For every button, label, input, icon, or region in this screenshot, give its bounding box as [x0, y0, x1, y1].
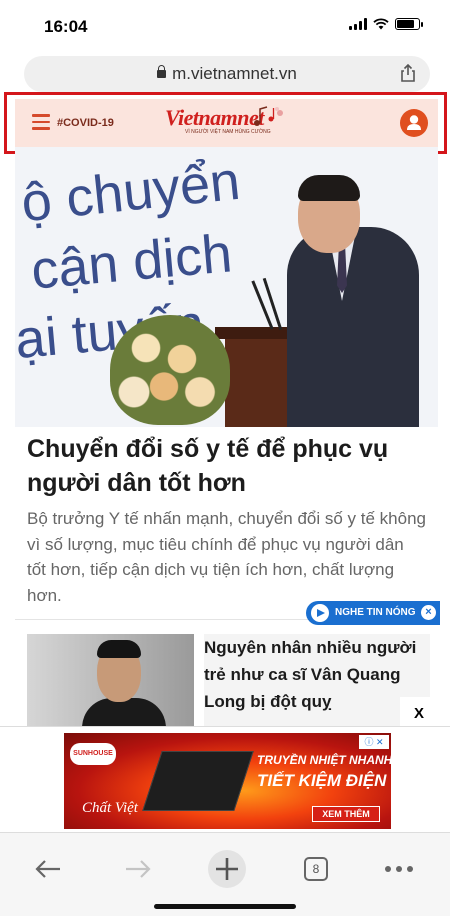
hero-bg-text-2: cận dịch: [28, 223, 235, 301]
more-menu-button[interactable]: [377, 847, 421, 891]
lock-icon: [157, 65, 167, 78]
article-thumbnail[interactable]: [27, 634, 194, 726]
status-icons: [349, 18, 423, 30]
hot-news-label: NGHE TIN NÓNG: [335, 607, 416, 618]
flower-arrangement: [110, 315, 230, 425]
microphone: [262, 277, 283, 331]
ad-brand-logo: SUNHOUSE: [70, 743, 116, 765]
article-summary[interactable]: Bộ trưởng Y tế nhấn mạnh, chuyển đổi số …: [27, 506, 427, 608]
article-title-second[interactable]: Nguyên nhân nhiều người trẻ như ca sĩ Vâ…: [204, 634, 430, 726]
plus-icon: [208, 850, 246, 888]
phone-screen: 16:04 m.vietnamnet.vn #COVID-19 Vietnamn…: [0, 0, 450, 916]
ad-product-image: [142, 751, 254, 811]
tabs-count-icon: 8: [304, 857, 328, 881]
back-arrow-icon: [35, 860, 60, 878]
back-button[interactable]: [26, 847, 70, 891]
ad-signature: Chất Việt: [82, 800, 138, 816]
ad-choices-icon[interactable]: ⓘ ✕: [359, 735, 389, 749]
ad-banner-area: SUNHOUSE TRUYỀN NHIỆT NHANH TIẾT KIỆM ĐI…: [0, 726, 450, 832]
status-bar: 16:04: [0, 0, 450, 50]
thumb-person-hair: [97, 640, 141, 658]
ad-text-line-1: TRUYỀN NHIỆT NHANH: [257, 753, 391, 767]
address-bar[interactable]: m.vietnamnet.vn: [24, 56, 430, 92]
more-dots-icon: [385, 866, 413, 872]
tabs-button[interactable]: 8: [294, 847, 338, 891]
status-time: 16:04: [44, 17, 88, 36]
ad-cta-button[interactable]: XEM THÊM: [312, 806, 380, 822]
highlight-box: [4, 92, 447, 154]
ad-banner[interactable]: SUNHOUSE TRUYỀN NHIỆT NHANH TIẾT KIỆM ĐI…: [64, 733, 391, 829]
hot-news-button[interactable]: NGHE TIN NÓNG ×: [306, 601, 440, 625]
home-indicator[interactable]: [154, 904, 296, 909]
speaker-hair: [298, 175, 360, 201]
play-icon[interactable]: [311, 604, 329, 622]
hero-bg-text-1: ộ chuyển: [18, 150, 243, 234]
new-tab-button[interactable]: [205, 847, 249, 891]
signal-icon: [349, 18, 367, 30]
hero-image[interactable]: ộ chuyển cận dịch ại tuyến: [15, 147, 438, 427]
ad-close-button[interactable]: X: [400, 697, 438, 727]
forward-button[interactable]: [116, 847, 160, 891]
tab-count: 8: [312, 862, 320, 876]
wifi-icon: [373, 18, 389, 30]
share-icon[interactable]: [398, 63, 418, 83]
speaker-body: [287, 227, 419, 427]
ad-text-line-2: TIẾT KIỆM ĐIỆN: [257, 771, 387, 790]
url-display[interactable]: m.vietnamnet.vn: [24, 64, 430, 84]
battery-icon: [395, 18, 423, 30]
forward-arrow-icon: [126, 860, 151, 878]
article-headline[interactable]: Chuyển đổi số y tế để phục vụ người dân …: [27, 432, 427, 500]
url-text: m.vietnamnet.vn: [172, 64, 297, 83]
close-icon[interactable]: ×: [421, 605, 436, 620]
